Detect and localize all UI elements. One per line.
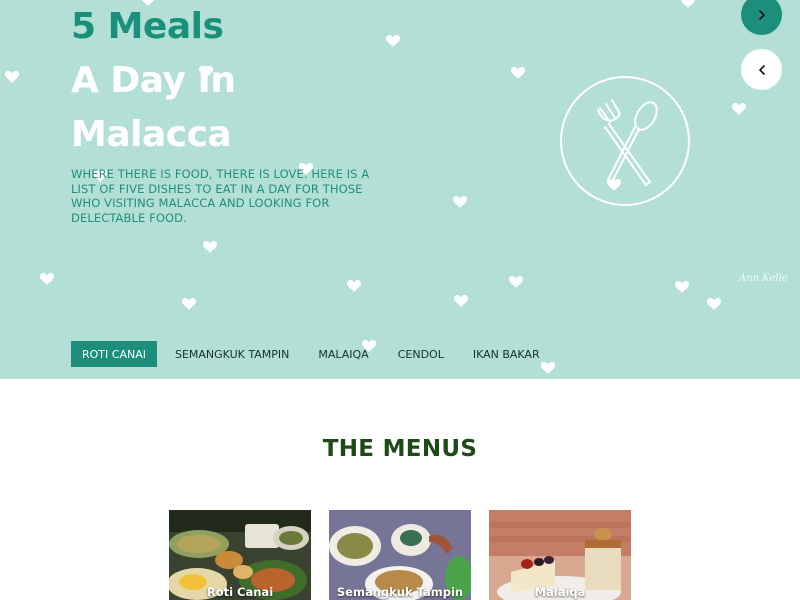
heart-icon	[386, 35, 400, 47]
heart-icon	[182, 298, 196, 310]
hero-banner: 5 Meals A Day In Malacca WHERE THERE IS …	[0, 0, 800, 379]
hero-title-line-2: A Day In	[71, 60, 236, 101]
heart-icon	[203, 241, 217, 253]
menu-card-caption: Semangkuk Tampin	[336, 585, 464, 599]
heart-icon	[40, 273, 54, 285]
heart-icon	[454, 295, 468, 307]
chevron-left-icon	[758, 64, 765, 75]
tab-semangkuk-tampin[interactable]: SEMANGKUK TAMPIN	[164, 341, 300, 367]
tab-roti-canai[interactable]: ROTI CANAI	[71, 341, 157, 367]
previous-slide-button[interactable]	[741, 49, 782, 90]
artist-signature: Ann Kelle	[739, 273, 788, 284]
heart-icon	[707, 298, 721, 310]
tab-cendol[interactable]: CENDOL	[387, 341, 455, 367]
next-slide-button[interactable]	[741, 0, 782, 35]
fork-and-spoon-icon	[560, 76, 690, 206]
menu-card-caption: Malaiqa	[534, 585, 586, 599]
heart-icon	[5, 71, 19, 83]
heart-icon	[675, 281, 689, 293]
menu-card-malaiqa[interactable]: Malaiqa	[489, 510, 631, 600]
chevron-right-icon	[758, 9, 765, 20]
menu-card-roti-canai[interactable]: Roti Canai	[169, 510, 311, 600]
heart-icon	[453, 196, 467, 208]
hero-title-line-3: Malacca	[71, 114, 232, 155]
heart-icon	[347, 280, 361, 292]
heart-icon	[509, 276, 523, 288]
tab-ikan-bakar[interactable]: IKAN BAKAR	[462, 341, 551, 367]
hero-subtitle: WHERE THERE IS FOOD, THERE IS LOVE. HERE…	[71, 167, 370, 225]
dish-tabs: ROTI CANAI SEMANGKUK TAMPIN MALAIQA CEND…	[71, 341, 558, 367]
heart-icon	[732, 103, 746, 115]
menu-card-caption: Roti Canai	[206, 585, 274, 599]
tab-malaiqa[interactable]: MALAIQA	[307, 341, 379, 367]
hero-title-line-1: 5 Meals	[71, 6, 224, 47]
heart-icon	[511, 67, 525, 79]
menu-card-semangkuk-tampin[interactable]: Semangkuk Tampin	[329, 510, 471, 600]
menus-section-title: THE MENUS	[322, 436, 478, 462]
heart-icon	[681, 0, 695, 8]
